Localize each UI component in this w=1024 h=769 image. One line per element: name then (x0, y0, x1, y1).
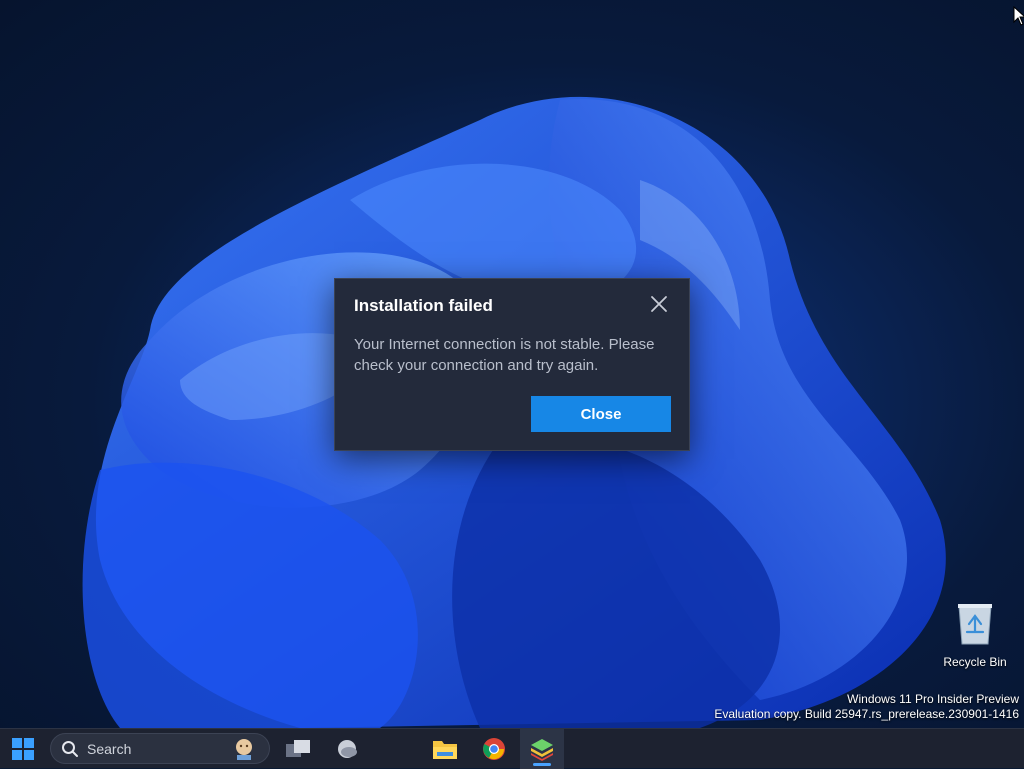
chrome-icon (483, 738, 505, 760)
task-view-button[interactable] (278, 733, 318, 765)
chrome-button[interactable] (474, 733, 514, 765)
start-button[interactable] (3, 733, 43, 765)
bluestacks-icon (531, 739, 553, 761)
watermark-line-1: Windows 11 Pro Insider Preview (847, 692, 1019, 706)
installation-failed-dialog: Installation failed Your Internet connec… (334, 278, 690, 451)
bluestacks-button[interactable] (522, 733, 562, 765)
search-box[interactable]: Search (50, 733, 270, 764)
widgets-weather-icon (338, 740, 357, 758)
search-placeholder: Search (87, 740, 132, 757)
search-icon (62, 740, 78, 757)
file-explorer-button[interactable] (425, 733, 465, 765)
dialog-message: Your Internet connection is not stable. … (354, 336, 655, 374)
running-indicator (533, 763, 551, 766)
desktop: Installation failed Your Internet connec… (0, 0, 1024, 728)
search-highlight-icon (236, 738, 252, 760)
watermark-line-2: Evaluation copy. Build 25947.rs_prerelea… (714, 707, 1019, 721)
task-view-icon (286, 740, 310, 757)
dialog-title: Installation failed (354, 296, 493, 315)
close-button[interactable]: Close (531, 396, 671, 432)
windows-start-icon (12, 738, 34, 760)
mouse-cursor-icon (1013, 6, 1024, 26)
desktop-icon-recycle-bin[interactable]: Recycle Bin (940, 602, 1010, 669)
recycle-bin-label: Recycle Bin (943, 655, 1007, 669)
taskbar: Search (0, 728, 1024, 769)
recycle-bin-icon (958, 604, 992, 645)
file-explorer-icon (433, 741, 457, 759)
windows-watermark: Windows 11 Pro Insider Preview Evaluatio… (714, 692, 1019, 722)
widgets-button[interactable] (327, 733, 367, 765)
close-icon[interactable] (649, 294, 669, 314)
